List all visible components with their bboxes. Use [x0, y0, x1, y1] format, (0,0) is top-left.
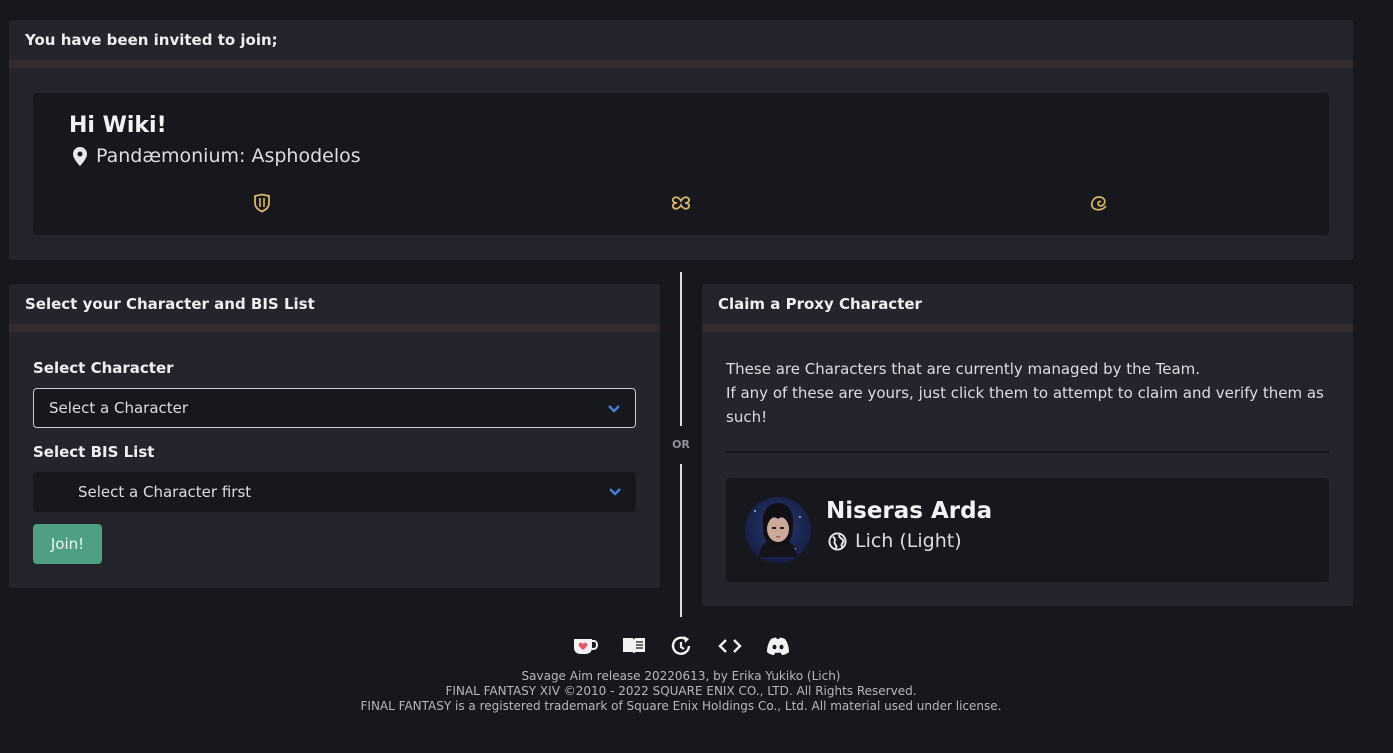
proxy-card-header: Claim a Proxy Character: [702, 284, 1353, 332]
footer-release: Savage Aim release 20220613, by Erika Yu…: [521, 669, 841, 683]
invite-card: You have been invited to join; Hi Wiki! …: [9, 20, 1353, 260]
bis-select[interactable]: Select a Character first: [33, 472, 636, 512]
bis-label: Select BIS List: [33, 443, 155, 461]
invite-header: You have been invited to join;: [9, 20, 1353, 68]
join-button[interactable]: Join!: [33, 524, 102, 564]
team-tier: Pandæmonium: Asphodelos: [73, 145, 361, 167]
proxy-character-card: Claim a Proxy Character These are Charac…: [702, 284, 1353, 606]
character-select[interactable]: Select a Character: [33, 388, 636, 428]
footer-icons: [572, 634, 792, 660]
divider: [726, 451, 1329, 453]
healer-icon: [671, 196, 691, 210]
or-divider-label: OR: [672, 438, 690, 451]
avatar-portrait: [754, 503, 801, 557]
footer-copyright: FINAL FANTASY XIV ©2010 - 2022 SQUARE EN…: [445, 684, 917, 698]
team-summary: Hi Wiki! Pandæmonium: Asphodelos: [33, 93, 1329, 235]
proxy-character-item[interactable]: Niseras Arda Lich (Light): [726, 478, 1329, 582]
tank-icon: [254, 193, 270, 213]
tier-name: Pandæmonium: Asphodelos: [96, 145, 361, 167]
proxy-description-line1: These are Characters that are currently …: [726, 360, 1201, 378]
map-marker-icon: [73, 146, 87, 166]
globe-icon: [828, 531, 847, 551]
character-label: Select Character: [33, 359, 174, 377]
docs-icon[interactable]: [621, 634, 647, 658]
character-select-value: Select a Character: [49, 399, 189, 417]
changelog-icon[interactable]: [669, 634, 695, 658]
avatar: [745, 497, 811, 563]
discord-icon[interactable]: [765, 634, 791, 658]
proxy-character-name: Niseras Arda: [826, 498, 993, 524]
chevron-down-icon: [608, 405, 620, 413]
select-card-header: Select your Character and BIS List: [9, 284, 660, 332]
kofi-icon[interactable]: [572, 634, 598, 658]
dps-icon: [1090, 196, 1107, 211]
proxy-description-line2: If any of these are yours, just click th…: [726, 384, 1324, 426]
team-name: Hi Wiki!: [69, 113, 167, 138]
divider-line-top: [680, 272, 682, 426]
proxy-description: These are Characters that are currently …: [726, 357, 1326, 429]
select-character-card: Select your Character and BIS List Selec…: [9, 284, 660, 588]
chevron-down-icon: [609, 488, 621, 496]
footer-trademark: FINAL FANTASY is a registered trademark …: [360, 699, 1002, 713]
world-name: Lich (Light): [855, 530, 962, 552]
proxy-character-world: Lich (Light): [828, 530, 962, 552]
divider-line-bottom: [680, 464, 682, 617]
code-icon[interactable]: [717, 634, 743, 658]
bis-select-value: Select a Character first: [78, 483, 252, 501]
